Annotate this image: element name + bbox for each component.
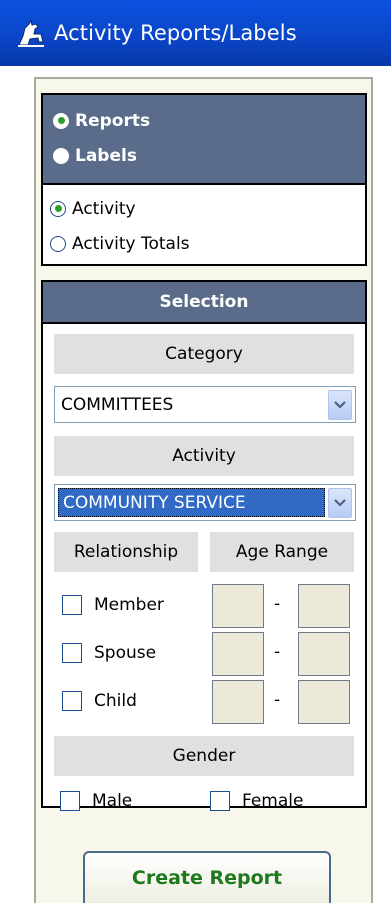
- chevron-down-icon[interactable]: [328, 487, 352, 518]
- radio-reports[interactable]: Reports: [43, 103, 365, 138]
- activity-select[interactable]: COMMUNITY SERVICE: [54, 484, 356, 521]
- create-report-button[interactable]: Create Report: [83, 851, 331, 903]
- radio-reports-label: Reports: [75, 110, 151, 131]
- member-age-min-input[interactable]: [212, 584, 264, 628]
- checkbox-child[interactable]: Child: [62, 691, 137, 711]
- child-age-min-input[interactable]: [212, 680, 264, 724]
- relationship-label: Relationship: [54, 532, 198, 572]
- gender-label: Gender: [54, 736, 354, 776]
- checkbox-member-label: Member: [94, 595, 164, 615]
- radio-labels-button[interactable]: [53, 147, 69, 164]
- member-age-separator: -: [274, 594, 281, 614]
- checkbox-child-box[interactable]: [62, 691, 82, 711]
- checkbox-spouse[interactable]: Spouse: [62, 643, 156, 663]
- checkbox-female-box[interactable]: [210, 791, 230, 811]
- checkbox-female-label: Female: [242, 791, 304, 811]
- checkbox-child-label: Child: [94, 691, 137, 711]
- radio-activity-button[interactable]: [50, 200, 66, 217]
- activity-label: Activity: [54, 436, 354, 476]
- child-age-max-input[interactable]: [298, 680, 350, 724]
- activity-select-value: COMMUNITY SERVICE: [58, 488, 325, 517]
- selection-header: Selection: [43, 282, 365, 324]
- category-select[interactable]: COMMITTEES: [54, 386, 356, 423]
- report-type-group: Activity Activity Totals: [43, 185, 365, 261]
- radio-activity[interactable]: Activity: [43, 191, 365, 226]
- output-type-header: Reports Labels: [43, 95, 365, 185]
- radio-activity-label: Activity: [72, 198, 136, 219]
- category-select-value: COMMITTEES: [61, 394, 174, 415]
- checkbox-male-label: Male: [92, 791, 133, 811]
- checkbox-male-box[interactable]: [60, 791, 80, 811]
- window-title: Activity Reports/Labels: [54, 21, 297, 45]
- spouse-age-separator: -: [274, 642, 281, 662]
- checkbox-spouse-box[interactable]: [62, 643, 82, 663]
- category-label: Category: [54, 334, 354, 374]
- member-age-max-input[interactable]: [298, 584, 350, 628]
- title-bar: Activity Reports/Labels: [0, 0, 391, 66]
- checkbox-member-box[interactable]: [62, 595, 82, 615]
- spouse-age-min-input[interactable]: [212, 632, 264, 676]
- checkbox-spouse-label: Spouse: [94, 643, 157, 663]
- chevron-down-icon[interactable]: [328, 389, 352, 420]
- radio-reports-button[interactable]: [53, 112, 69, 129]
- checkbox-member[interactable]: Member: [62, 595, 164, 615]
- output-type-box: Reports Labels Activity Activity Totals: [41, 93, 367, 266]
- child-age-separator: -: [274, 690, 281, 710]
- radio-labels-label: Labels: [75, 145, 137, 166]
- radio-activity-totals-label: Activity Totals: [72, 233, 190, 254]
- checkbox-female[interactable]: Female: [210, 791, 303, 811]
- radio-labels[interactable]: Labels: [43, 138, 365, 173]
- checkbox-male[interactable]: Male: [60, 791, 132, 811]
- spouse-age-max-input[interactable]: [298, 632, 350, 676]
- dog-logo-icon: [18, 19, 44, 47]
- age-range-label: Age Range: [210, 532, 354, 572]
- radio-activity-totals[interactable]: Activity Totals: [43, 226, 365, 261]
- radio-activity-totals-button[interactable]: [50, 235, 66, 252]
